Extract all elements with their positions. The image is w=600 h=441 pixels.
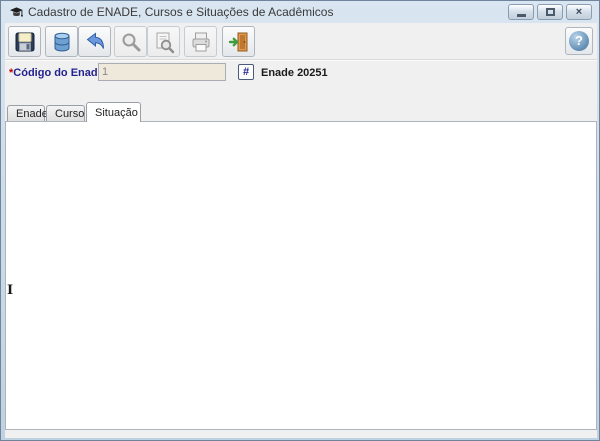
minimize-button[interactable] — [508, 4, 534, 20]
app-window: Cadastro de ENADE, Cursos e Situações de… — [0, 0, 600, 441]
window-title: Cadastro de ENADE, Cursos e Situações de… — [28, 5, 333, 19]
maximize-button[interactable] — [537, 4, 563, 20]
minimize-icon — [517, 14, 526, 17]
printer-icon — [189, 30, 213, 54]
tab-curso[interactable]: Curso — [46, 105, 85, 122]
tab-situacao[interactable]: Situação — [86, 102, 141, 122]
print-button[interactable] — [184, 26, 217, 57]
magnifier-icon — [119, 30, 143, 54]
titlebar[interactable]: Cadastro de ENADE, Cursos e Situações de… — [1, 1, 599, 23]
undo-arrow-icon — [83, 30, 107, 54]
database-icon — [50, 30, 74, 54]
codigo-enade-input[interactable] — [98, 63, 226, 81]
document-magnifier-icon — [152, 30, 176, 54]
grid-lookup-icon: # — [243, 66, 249, 78]
close-button[interactable]: × — [566, 4, 592, 20]
toolbar-separator — [5, 59, 597, 61]
tab-enade[interactable]: Enade — [7, 105, 45, 122]
exit-button[interactable] — [222, 26, 255, 57]
situacao-tab-panel — [5, 121, 597, 430]
enade-lookup-button[interactable]: # — [238, 64, 254, 80]
exit-door-icon — [227, 30, 251, 54]
enade-info-text: Enade 20251 — [261, 67, 328, 79]
codigo-enade-label: *Código do Enade — [9, 67, 104, 79]
ibeam-cursor: I — [7, 284, 14, 297]
search-document-button[interactable] — [147, 26, 180, 57]
help-icon: ? — [569, 31, 589, 51]
database-button[interactable] — [45, 26, 78, 57]
floppy-disk-icon — [13, 30, 37, 54]
graduation-cap-icon — [9, 5, 24, 19]
help-button[interactable]: ? — [565, 27, 593, 55]
close-icon: × — [576, 7, 582, 17]
maximize-icon — [546, 8, 555, 16]
save-button[interactable] — [8, 26, 41, 57]
undo-button[interactable] — [78, 26, 111, 57]
search-button[interactable] — [114, 26, 147, 57]
